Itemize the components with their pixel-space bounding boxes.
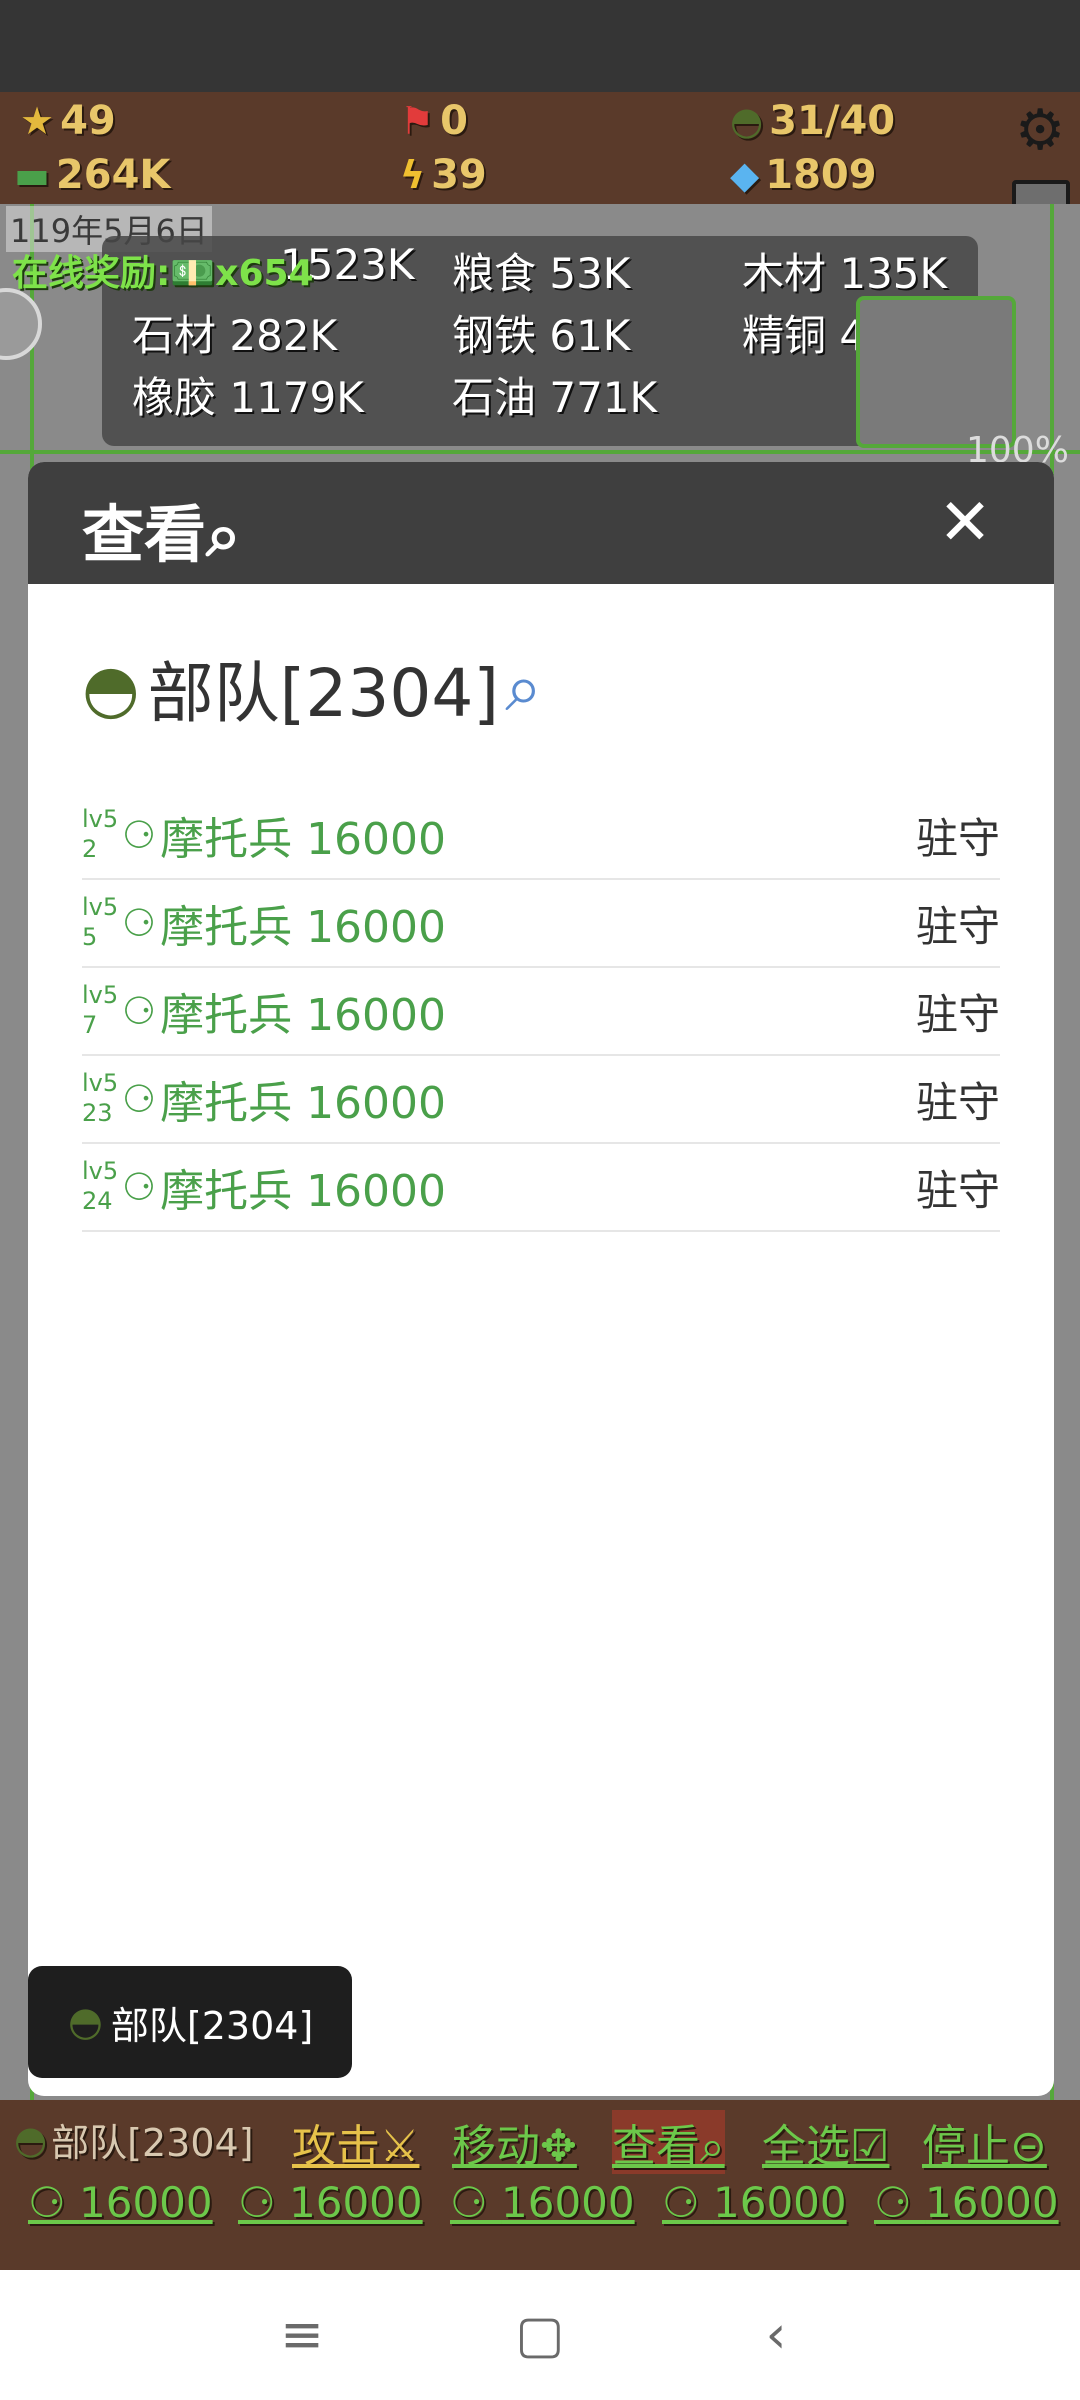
close-icon[interactable]: ✕ <box>930 486 1000 560</box>
troop-row[interactable]: lv5 5 ⚆ 摩托兵 16000 驻守 <box>82 880 1000 968</box>
status-bar <box>0 0 1080 92</box>
attack-button[interactable]: 攻击⚔ <box>292 2110 419 2174</box>
view-dialog: 查看⌕ ✕ ◓ 部队[2304] ⌕ lv5 2 ⚆ 摩托兵 16000 驻守 … <box>28 462 1054 2096</box>
troop-chip[interactable]: ⚆ 16000 <box>238 2178 424 2227</box>
gem-count: ◆ 1809 <box>730 152 877 198</box>
system-nav-bar: ≡ ▢ ‹ <box>0 2270 1080 2400</box>
troop-capacity: ◓ 31/40 <box>730 98 896 144</box>
stop-button[interactable]: 停止⊝ <box>922 2110 1047 2174</box>
troop-level: lv5 5 <box>82 893 119 951</box>
cash-count: ▬ 264K <box>14 152 171 198</box>
troop-name: 摩托兵 16000 <box>160 902 447 953</box>
unit-toast: ◓ 部队[2304] <box>28 1966 352 2078</box>
helmet-icon: ◓ <box>730 99 764 143</box>
unit-action-bar: ◓ 部队[2304] 攻击⚔ 移动✥ 查看⌕ 全选☑ 停止⊝ ⚆ 16000 ⚆… <box>0 2100 1080 2270</box>
helmet-icon: ◓ <box>82 649 140 727</box>
troop-list: lv5 2 ⚆ 摩托兵 16000 驻守 lv5 5 ⚆ 摩托兵 16000 驻… <box>82 792 1000 1232</box>
troop-status: 驻守 <box>915 989 1000 1039</box>
helmet-icon: ◓ <box>14 2117 48 2162</box>
troop-chip[interactable]: ⚆ 16000 <box>450 2178 636 2227</box>
troop-chip[interactable]: ⚆ 16000 <box>662 2178 848 2227</box>
anvil-building[interactable] <box>856 296 1016 448</box>
gear-icon[interactable]: ⚙ <box>1015 98 1065 163</box>
home-icon[interactable]: ▢ <box>500 2298 580 2372</box>
motorcycle-icon: ⚆ <box>122 989 157 1033</box>
troop-level: lv5 7 <box>82 981 119 1039</box>
move-button[interactable]: 移动✥ <box>452 2110 577 2174</box>
energy-count: ϟ 39 <box>400 152 487 198</box>
unit-title: ◓ 部队[2304] ⌕ <box>82 640 542 736</box>
troop-status: 驻守 <box>915 1165 1000 1215</box>
medal-count: ★ 49 <box>20 98 116 144</box>
troop-name: 摩托兵 16000 <box>160 814 447 865</box>
troop-level: lv5 23 <box>82 1069 119 1127</box>
troop-row[interactable]: lv5 2 ⚆ 摩托兵 16000 驻守 <box>82 792 1000 880</box>
map-grid-line <box>0 450 1080 454</box>
medal-icon: ★ <box>20 99 55 143</box>
lightning-icon: ϟ <box>400 153 426 197</box>
resource-steel: 钢铁 61K <box>452 311 631 360</box>
view-button[interactable]: 查看⌕ <box>612 2110 725 2174</box>
troop-chip[interactable]: ⚆ 16000 <box>28 2178 214 2227</box>
troop-chip[interactable]: ⚆ 16000 <box>874 2178 1060 2227</box>
troop-name: 摩托兵 16000 <box>160 1078 447 1129</box>
troop-level: lv5 2 <box>82 805 119 863</box>
resource-food: 粮食 53K <box>452 249 631 298</box>
menu-icon[interactable]: ≡ <box>262 2298 342 2372</box>
back-icon[interactable]: ‹ <box>736 2298 816 2372</box>
troop-row[interactable]: lv5 7 ⚆ 摩托兵 16000 驻守 <box>82 968 1000 1056</box>
motorcycle-icon: ⚆ <box>122 813 157 857</box>
motorcycle-icon: ⚆ <box>122 1077 157 1121</box>
motorcycle-icon: ⚆ <box>122 901 157 945</box>
unit-title-label: 部队[2304] <box>147 655 500 732</box>
top-hud: ★ 49 ⚑ 0 ◓ 31/40 ▬ 264K ϟ 39 ◆ 1809 <box>0 92 1080 204</box>
toast-label: 部队[2304] <box>110 2003 314 2048</box>
online-reward[interactable]: 在线奖励:💵x654 <box>12 244 314 296</box>
selected-unit: ◓ 部队[2304] <box>14 2117 254 2166</box>
resource-oil: 石油 771K <box>452 373 658 422</box>
troop-status: 驻守 <box>915 813 1000 863</box>
troop-row[interactable]: lv5 24 ⚆ 摩托兵 16000 驻守 <box>82 1144 1000 1232</box>
troop-name: 摩托兵 16000 <box>160 990 447 1041</box>
gem-icon: ◆ <box>730 153 760 197</box>
troop-name: 摩托兵 16000 <box>160 1166 447 1217</box>
flag-count: ⚑ 0 <box>400 98 468 144</box>
troop-row[interactable]: lv5 23 ⚆ 摩托兵 16000 驻守 <box>82 1056 1000 1144</box>
troop-status: 驻守 <box>915 901 1000 951</box>
magnifier-icon[interactable]: ⌕ <box>505 649 542 728</box>
motorcycle-icon: ⚆ <box>122 1165 157 1209</box>
dialog-title: 查看⌕ <box>82 498 241 571</box>
flag-icon: ⚑ <box>400 99 435 143</box>
troop-level: lv5 24 <box>82 1157 119 1215</box>
select-all-button[interactable]: 全选☑ <box>762 2110 889 2174</box>
dialog-header: 查看⌕ ✕ <box>28 462 1054 584</box>
troop-status: 驻守 <box>915 1077 1000 1127</box>
resource-wood: 木材 135K <box>742 249 948 298</box>
resource-stone: 石材 282K <box>132 311 338 360</box>
cash-icon: ▬ <box>14 153 50 197</box>
resource-rubber: 橡胶 1179K <box>132 373 364 422</box>
helmet-icon: ◓ <box>68 1999 103 2045</box>
